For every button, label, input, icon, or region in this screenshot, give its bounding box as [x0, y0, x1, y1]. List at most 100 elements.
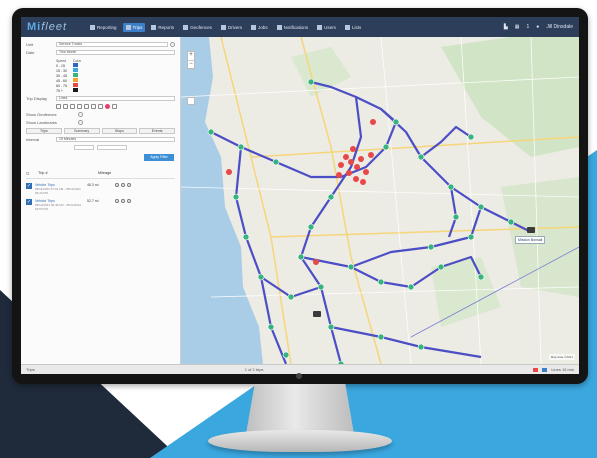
- trip-tools: [115, 183, 131, 187]
- nav-item-geofences[interactable]: Geofences: [180, 23, 215, 32]
- trip-table-header: ☐ Trip # Mileage: [26, 171, 175, 179]
- trip-routes: [210, 80, 532, 364]
- tab-summary[interactable]: Summary: [63, 128, 100, 134]
- legend-speed: 75 +: [56, 88, 63, 93]
- red-status-icon: [533, 367, 539, 372]
- monitor-stand-base: [208, 430, 392, 452]
- status-right: Lines 15 min: [551, 367, 574, 372]
- stop-icon[interactable]: [63, 104, 68, 109]
- legend-swatch: [72, 88, 78, 92]
- date-label: Date: [26, 50, 35, 55]
- label-icon[interactable]: [98, 104, 103, 109]
- route-icon[interactable]: [56, 104, 61, 109]
- nav-item-users[interactable]: Users: [314, 23, 339, 32]
- legend-swatch: [72, 78, 78, 82]
- layers-icon[interactable]: [187, 97, 195, 105]
- trip-display-icons: [56, 104, 175, 109]
- nav-item-drivers[interactable]: Drivers: [218, 23, 245, 32]
- nav-right: ▙ ▦ 1 ● Jill Dinsdale: [504, 24, 573, 30]
- trip-info[interactable]: Vehicle Trips 05/12/2021 06:48 AM - 05/12…: [35, 199, 87, 211]
- trip-distance: 48.3 mi: [87, 183, 99, 187]
- map-copyright: Map data ©2021: [548, 354, 575, 360]
- zoom-to-icon[interactable]: [121, 199, 125, 203]
- arrow-icon[interactable]: [91, 104, 96, 109]
- sidebar-tabs: Trips Summary Stops Events: [26, 128, 175, 134]
- nav-item-label: Reports: [158, 24, 175, 30]
- blue-status-icon: [542, 367, 548, 372]
- zoom-to-icon[interactable]: [121, 183, 125, 187]
- interval-select[interactable]: 15 Minutes: [56, 137, 175, 142]
- clear-icon[interactable]: [112, 104, 117, 109]
- nav-menu: Reporting Trips Reports Geofences Drivers Job…: [87, 22, 364, 32]
- date-select[interactable]: This Month: [56, 50, 175, 55]
- info-icon[interactable]: [127, 183, 131, 187]
- nav-item-jobs[interactable]: Jobs: [248, 23, 271, 32]
- tab-trips[interactable]: Trips: [26, 128, 62, 134]
- pin-icon[interactable]: [105, 104, 110, 109]
- trip-row[interactable]: ✓ Vehicle Trips 05/12/2021 06:48 AM - 05/1…: [26, 199, 175, 211]
- trip-column-header: Trip #: [38, 171, 48, 175]
- depot-markers: [313, 227, 535, 317]
- zoom-control: + −: [187, 51, 195, 69]
- map-icon[interactable]: ▙: [504, 24, 508, 30]
- nav-item-label: Lists: [351, 24, 362, 30]
- notification-count[interactable]: 1: [527, 24, 530, 30]
- tab-events[interactable]: Events: [139, 128, 175, 134]
- status-left: Trips: [26, 367, 35, 372]
- grid-icon[interactable]: ▦: [515, 24, 520, 30]
- zoom-out-button[interactable]: −: [188, 60, 194, 68]
- trip-display-select[interactable]: Lines: [56, 96, 175, 101]
- info-icon[interactable]: [127, 199, 131, 203]
- speed-icon[interactable]: [84, 104, 89, 109]
- user-icon[interactable]: ●: [536, 24, 539, 30]
- trip-checkbox[interactable]: ✓: [26, 183, 32, 189]
- nav-item-trips[interactable]: Trips: [122, 22, 146, 32]
- legend-swatch: [72, 83, 78, 87]
- unit-label: Unit: [26, 42, 34, 47]
- user-name[interactable]: Jill Dinsdale: [546, 24, 573, 30]
- nav-item-label: Reporting: [97, 24, 117, 30]
- nav-item-lists[interactable]: Lists: [342, 23, 364, 32]
- trip-detail: 05/12/2021 06:48 AM - 05/12/2021 04:55 P…: [35, 203, 82, 211]
- nav-item-label: Users: [324, 24, 336, 30]
- drivers-icon: [220, 24, 226, 30]
- event-icon[interactable]: [77, 104, 82, 109]
- lists-icon: [344, 24, 350, 30]
- trip-detail: 05/11/2021 07:02 AM - 05/11/2021 05:40 P…: [35, 187, 81, 195]
- page-select[interactable]: [74, 145, 94, 150]
- trip-distance: 52.7 mi: [87, 199, 99, 203]
- idle-icon[interactable]: [70, 104, 75, 109]
- geofences-icon: [183, 24, 189, 30]
- play-icon[interactable]: [115, 183, 119, 187]
- map-canvas[interactable]: [181, 37, 579, 364]
- show-landmarks-toggle[interactable]: [78, 120, 83, 125]
- tab-stops[interactable]: Stops: [101, 128, 138, 134]
- apply-filter-button[interactable]: Apply Filter: [144, 154, 174, 161]
- legend-swatch: [72, 63, 78, 67]
- map-view[interactable]: + − Mission Bonsall Map data ©2021: [181, 37, 579, 364]
- range-select[interactable]: [97, 145, 127, 150]
- legend-swatch: [72, 73, 78, 77]
- zoom-in-button[interactable]: +: [188, 52, 194, 60]
- trip-info[interactable]: Vehicle Trips 05/11/2021 07:02 AM - 05/11…: [35, 183, 87, 195]
- ocean-area: [181, 37, 263, 364]
- trip-row[interactable]: ✓ Vehicle Trips 05/11/2021 07:02 AM - 05/1…: [26, 183, 175, 195]
- status-right-group: Lines 15 min: [533, 367, 574, 372]
- nav-item-reports[interactable]: Reports: [148, 23, 177, 32]
- trip-list: ✓ Vehicle Trips 05/11/2021 07:02 AM - 05/1…: [26, 183, 175, 211]
- nav-item-notifications[interactable]: Notifications: [274, 23, 312, 32]
- trip-tools: [115, 199, 131, 203]
- play-icon[interactable]: [115, 199, 119, 203]
- select-all-checkbox[interactable]: ☐: [26, 171, 38, 176]
- legend-row: 75 +: [56, 88, 87, 93]
- search-icon[interactable]: [170, 42, 175, 47]
- unit-select[interactable]: Service Trucks: [56, 42, 168, 47]
- show-geofences-toggle[interactable]: [78, 112, 83, 117]
- app-logo[interactable]: Mifleet: [27, 21, 81, 33]
- speed-legend: Speed Color 0 - 15 15 - 30 30 - 45 45 - 60 6…: [56, 59, 87, 93]
- jobs-icon: [251, 24, 257, 30]
- trip-checkbox[interactable]: ✓: [26, 199, 32, 205]
- nav-item-reporting[interactable]: Reporting: [87, 23, 120, 32]
- trip-display-label: Trip Display: [26, 96, 47, 101]
- nav-item-label: Geofences: [190, 24, 212, 30]
